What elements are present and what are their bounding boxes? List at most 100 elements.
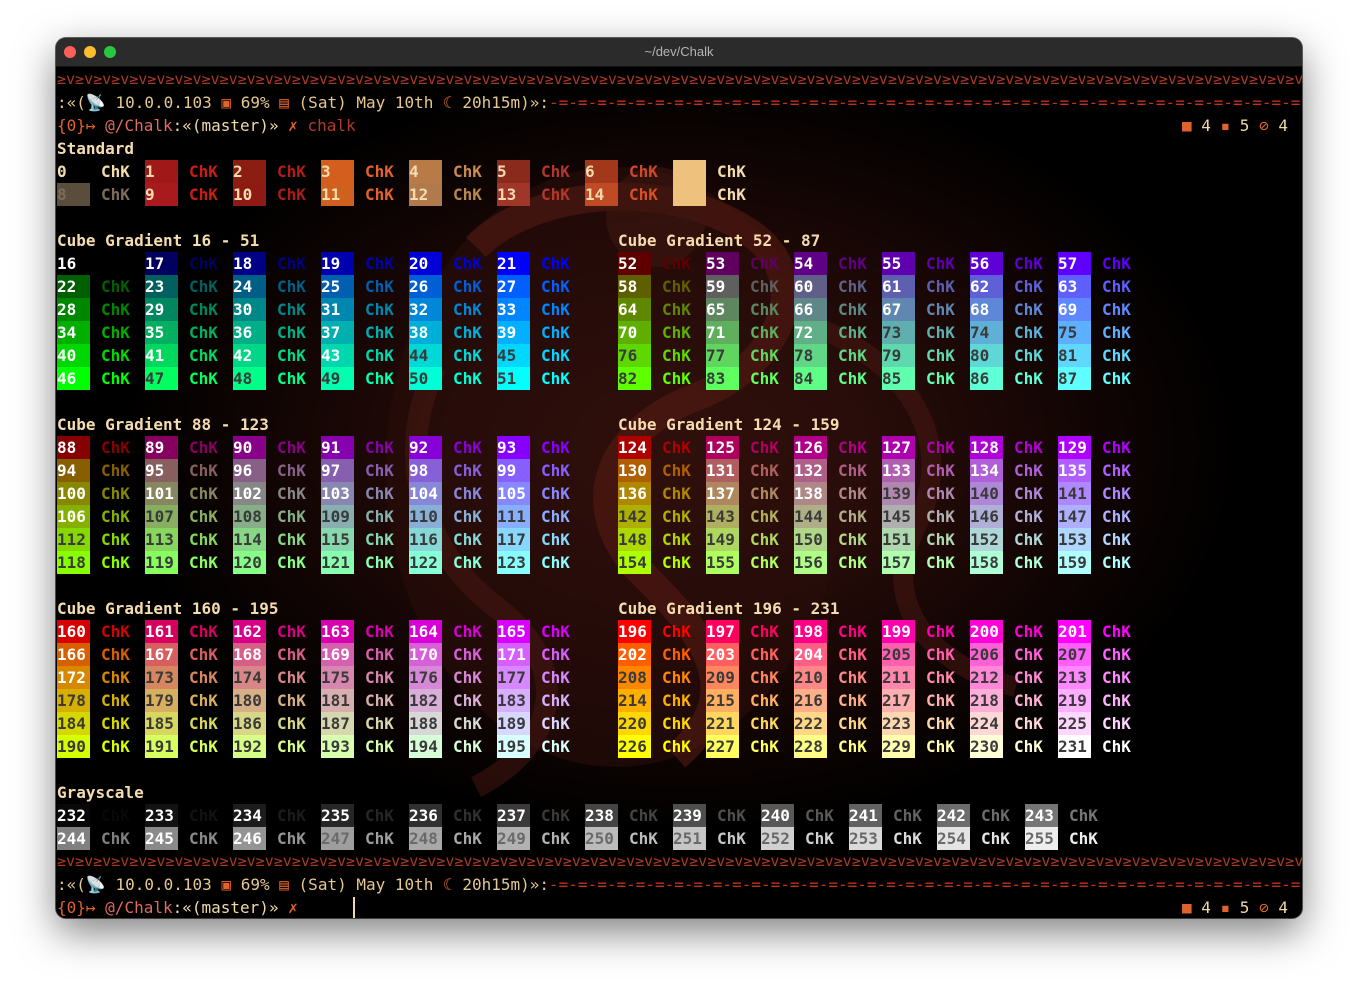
color-swatch: 8 <box>57 183 90 206</box>
sample-text: ChK <box>453 484 482 503</box>
sample-text: ChK <box>365 300 394 319</box>
color-swatch: 237 <box>497 804 530 827</box>
sample-text: ChK <box>1102 484 1131 503</box>
color-cell-29: 29 ChK <box>145 298 233 321</box>
color-swatch: 48 <box>233 367 266 390</box>
sample-text: ChK <box>101 829 130 848</box>
color-cell-79: 79 ChK <box>882 344 970 367</box>
color-swatch: 226 <box>618 735 651 758</box>
color-swatch: 144 <box>794 505 827 528</box>
color-swatch: 202 <box>618 643 651 666</box>
color-swatch: 139 <box>882 482 915 505</box>
sample-text: ChK <box>277 668 306 687</box>
color-cell-238: 238 ChK <box>585 804 673 827</box>
sample-text: ChK <box>541 461 570 480</box>
color-cell-152: 152 ChK <box>970 528 1058 551</box>
color-cell-57: 57 ChK <box>1058 252 1146 275</box>
color-cell-168: 168 ChK <box>233 643 321 666</box>
color-swatch: 167 <box>145 643 178 666</box>
color-cell-114: 114 ChK <box>233 528 321 551</box>
color-swatch: 194 <box>409 735 442 758</box>
color-cell-191: 191 ChK <box>145 735 233 758</box>
color-swatch: 57 <box>1058 252 1091 275</box>
color-cell-110: 110 ChK <box>409 505 497 528</box>
color-cell-189: 189 ChK <box>497 712 585 735</box>
color-cell-115: 115 ChK <box>321 528 409 551</box>
color-swatch: 182 <box>409 689 442 712</box>
color-swatch: 200 <box>970 620 1003 643</box>
folder-count: 4 <box>1201 898 1211 917</box>
sample-text: ChK <box>453 737 482 756</box>
color-cell-86: 86 ChK <box>970 367 1058 390</box>
sample-text: ChK <box>750 668 779 687</box>
color-swatch: 28 <box>57 298 90 321</box>
sample-text: ChK <box>453 185 482 204</box>
color-swatch <box>673 160 706 183</box>
color-cell-187: 187 ChK <box>321 712 409 735</box>
sample-text: ChK <box>189 553 218 572</box>
color-swatch: 238 <box>585 804 618 827</box>
color-swatch: 36 <box>233 321 266 344</box>
color-swatch: 58 <box>618 275 651 298</box>
color-swatch: 23 <box>145 275 178 298</box>
sample-text: ChK <box>926 507 955 526</box>
color-cell-89: 89 ChK <box>145 436 233 459</box>
color-cell-117: 117 ChK <box>497 528 585 551</box>
sample-text: ChK <box>838 438 867 457</box>
color-swatch: 253 <box>849 827 882 850</box>
color-cell-71: 71 ChK <box>706 321 794 344</box>
color-cell-210: 210 ChK <box>794 666 882 689</box>
color-cell-163: 163 ChK <box>321 620 409 643</box>
sample-text: ChK <box>277 806 306 825</box>
color-cell-126: 126 ChK <box>794 436 882 459</box>
sample-text: ChK <box>1014 300 1043 319</box>
color-swatch: 127 <box>882 436 915 459</box>
calendar-icon: ▤ <box>279 875 289 894</box>
color-cell-33: 33 ChK <box>497 298 585 321</box>
sample-text: ChK <box>365 806 394 825</box>
color-cell-144: 144 ChK <box>794 505 882 528</box>
color-swatch: 17 <box>145 252 178 275</box>
color-swatch: 3 <box>321 160 354 183</box>
sample-text: ChK <box>838 254 867 273</box>
color-cell-212: 212 ChK <box>970 666 1058 689</box>
color-swatch: 204 <box>794 643 827 666</box>
color-cell-19: 19 ChK <box>321 252 409 275</box>
color-cell-240: 240 ChK <box>761 804 849 827</box>
color-swatch: 225 <box>1058 712 1091 735</box>
color-cell-132: 132 ChK <box>794 459 882 482</box>
sample-text: ChK <box>453 553 482 572</box>
sample-text: ChK <box>1102 507 1131 526</box>
prompt-command-line-2[interactable]: {0}↦ @/Chalk:«(master)» ✗ <box>57 896 308 918</box>
color-cell-228: 228 ChK <box>794 735 882 758</box>
color-cell-54: 54 ChK <box>794 252 882 275</box>
color-swatch: 195 <box>497 735 530 758</box>
color-cell-1: 1 ChK <box>145 160 233 183</box>
color-cell-83: 83 ChK <box>706 367 794 390</box>
color-cell-39: 39 ChK <box>497 321 585 344</box>
color-cell-147: 147 ChK <box>1058 505 1146 528</box>
sample-text: ChK <box>717 806 746 825</box>
sample-text: ChK <box>277 645 306 664</box>
color-cell-88: 88 ChK <box>57 436 145 459</box>
color-cell-222: 222 ChK <box>794 712 882 735</box>
color-swatch: 152 <box>970 528 1003 551</box>
color-cell-8: 8 ChK <box>57 183 145 206</box>
color-swatch: 186 <box>233 712 266 735</box>
sample-text: ChK <box>189 829 218 848</box>
color-swatch: 155 <box>706 551 739 574</box>
color-swatch: 43 <box>321 344 354 367</box>
prompt-close: )»: <box>520 93 550 112</box>
color-swatch: 61 <box>882 275 915 298</box>
color-cell-135: 135 ChK <box>1058 459 1146 482</box>
color-cell-232: 232 ChK <box>57 804 145 827</box>
color-cell-116: 116 ChK <box>409 528 497 551</box>
color-cell-4: 4 ChK <box>409 160 497 183</box>
color-swatch: 207 <box>1058 643 1091 666</box>
sample-text: ChK <box>365 530 394 549</box>
color-cell-26: 26 ChK <box>409 275 497 298</box>
color-cell-249: 249 ChK <box>497 827 585 850</box>
terminal-output[interactable]: ≥v≥v≥v≥v≥v≥v≥v≥v≥v≥v≥v≥v≥v≥v≥v≥v≥v≥v≥v≥v… <box>56 67 1302 918</box>
color-cell-214: 214 ChK <box>618 689 706 712</box>
color-swatch: 243 <box>1025 804 1058 827</box>
